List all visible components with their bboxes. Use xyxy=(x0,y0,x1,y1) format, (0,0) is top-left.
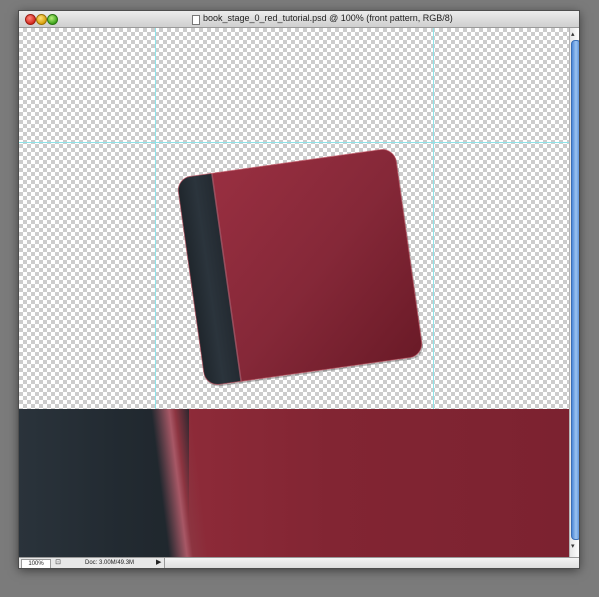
texture-red-cover xyxy=(169,409,569,557)
book-group xyxy=(176,147,424,387)
texture-preview xyxy=(19,409,569,557)
zoom-button[interactable] xyxy=(47,14,58,25)
close-button[interactable] xyxy=(25,14,36,25)
status-bar: 100% ⊡ Doc: 3.00M/49.3M ▶ xyxy=(19,557,579,568)
book-artwork xyxy=(176,147,424,387)
scroll-down-arrow-icon[interactable]: ▾ xyxy=(571,542,575,550)
scroll-up-arrow-icon[interactable]: ▴ xyxy=(571,30,575,38)
document-icon xyxy=(192,15,200,25)
window-title: book_stage_0_red_tutorial.psd @ 100% (fr… xyxy=(203,13,453,23)
document-canvas[interactable] xyxy=(19,28,569,557)
zoom-level-field[interactable]: 100% xyxy=(21,559,51,568)
photoshop-document-window: book_stage_0_red_tutorial.psd @ 100% (fr… xyxy=(19,11,579,568)
document-size-info: Doc: 3.00M/49.3M xyxy=(85,560,135,566)
minimize-button[interactable] xyxy=(36,14,47,25)
window-titlebar[interactable]: book_stage_0_red_tutorial.psd @ 100% (fr… xyxy=(19,11,579,28)
horizontal-scrollbar[interactable] xyxy=(164,558,579,568)
status-menu-triangle-icon[interactable]: ▶ xyxy=(156,559,161,567)
scroll-thumb[interactable] xyxy=(571,40,579,540)
status-nav-icon[interactable]: ⊡ xyxy=(54,559,62,567)
vertical-scrollbar[interactable]: ▴ ▾ xyxy=(569,28,579,557)
